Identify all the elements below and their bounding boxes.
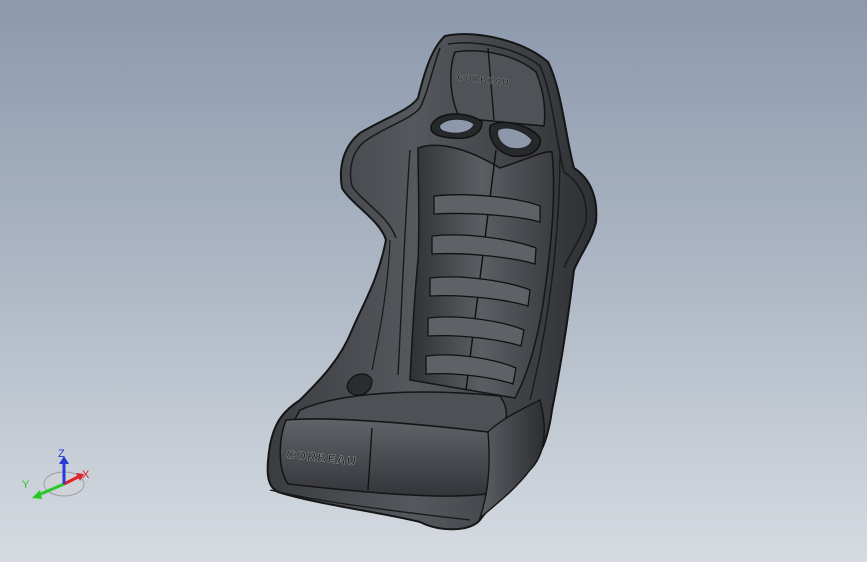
graphics-viewport[interactable]: CORBEAU CORBEAU Z X Y [0, 0, 867, 562]
y-axis-label: Y [22, 479, 30, 491]
orientation-triad[interactable]: Z X Y [14, 444, 104, 506]
x-axis-label: X [82, 469, 90, 481]
y-axis-arrow [32, 490, 42, 499]
z-axis-label: Z [58, 448, 65, 460]
racing-seat-model[interactable]: CORBEAU CORBEAU [0, 0, 867, 562]
